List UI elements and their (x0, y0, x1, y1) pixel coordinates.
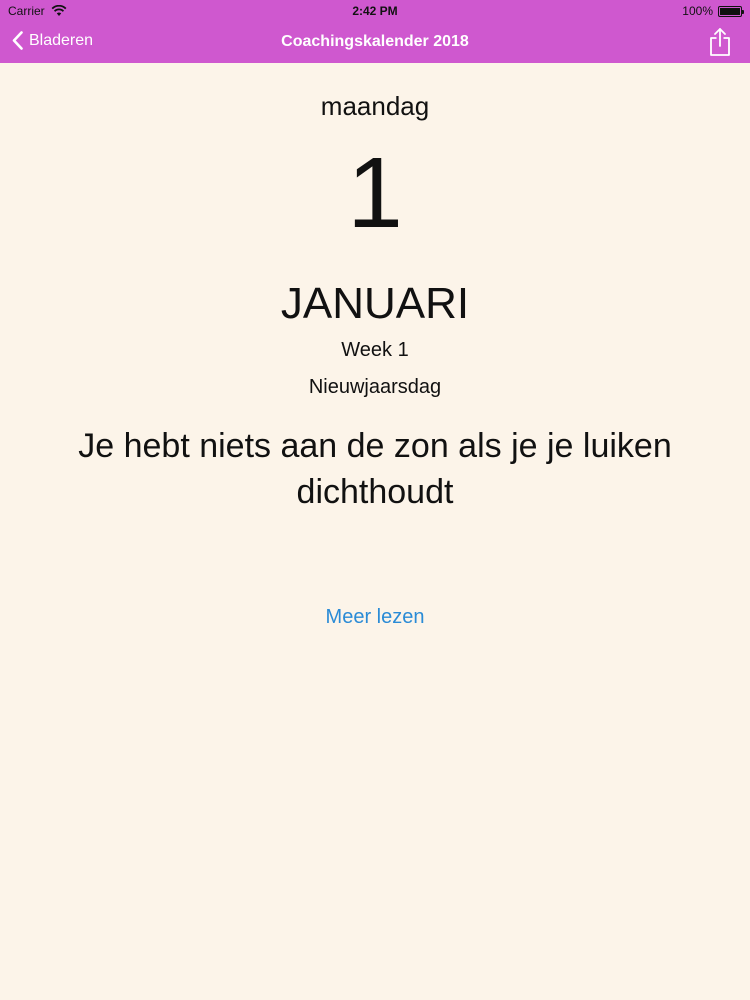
week-label: Week 1 (341, 339, 409, 361)
battery-fill (720, 7, 740, 15)
battery-percent: 100% (682, 4, 713, 18)
status-time: 2:42 PM (352, 4, 398, 18)
navigation-bar: Bladeren Coachingskalender 2018 (0, 22, 750, 63)
battery-cap (742, 9, 744, 14)
top-bar: Carrier 2:42 PM 100% Bladeren Coachingsk… (0, 0, 750, 63)
day-number: 1 (347, 137, 403, 249)
share-button[interactable] (708, 27, 732, 57)
daily-quote: Je hebt niets aan de zon als je je luike… (78, 427, 672, 511)
page-title: Coachingskalender 2018 (281, 33, 469, 50)
battery-area: 100% (682, 4, 744, 18)
read-more-link[interactable]: Meer lezen (0, 606, 750, 629)
share-icon (710, 28, 730, 56)
weekday-label: maandag (320, 91, 430, 121)
battery-icon (718, 5, 744, 17)
status-bar: Carrier 2:42 PM 100% (0, 0, 750, 22)
holiday-label: Nieuwjaarsdag (308, 376, 442, 398)
month-label: JANUARI (280, 279, 470, 328)
